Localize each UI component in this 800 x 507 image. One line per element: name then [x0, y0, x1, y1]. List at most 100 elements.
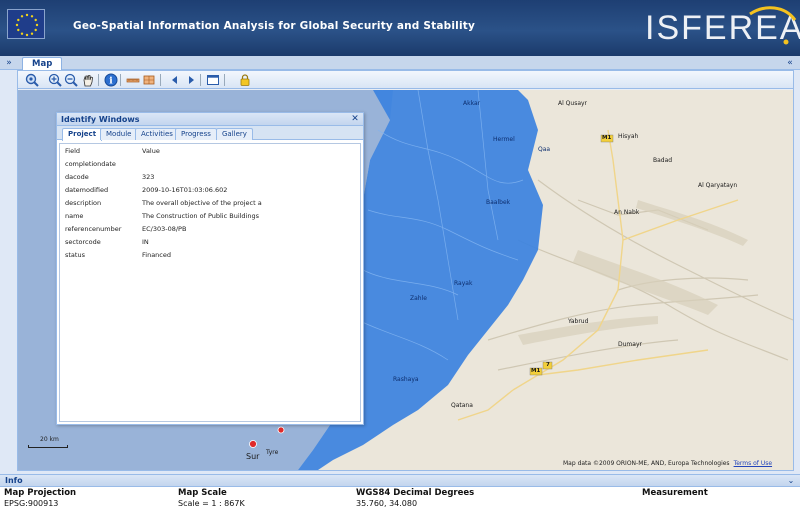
map-label-sur: Sur	[246, 452, 260, 461]
info-projection: Map Projection EPSG:900913	[4, 488, 76, 507]
table-row[interactable]: dacode 323	[60, 171, 360, 184]
road-badge: 7	[546, 362, 550, 368]
row-value: The overall objective of the project a	[142, 199, 262, 207]
row-field: datemodified	[65, 186, 109, 194]
eu-flag-logo	[7, 9, 45, 39]
tab-map[interactable]: Map	[22, 57, 63, 70]
zoom-in-icon[interactable]	[48, 73, 62, 87]
measure-area-icon[interactable]	[142, 73, 156, 87]
attribution-text: Map data ©2009 ORION-ME, AND, Europa Tec…	[563, 460, 730, 467]
row-value: 2009-10-16T01:03:06.602	[142, 186, 228, 194]
row-field: status	[65, 251, 85, 259]
map-label-akkar: Akkar	[463, 100, 481, 107]
collapse-west-icon[interactable]: »	[3, 57, 15, 69]
map-label-qaa: Qaa	[538, 146, 551, 153]
tab-progress[interactable]: Progress	[175, 128, 217, 140]
identify-window-header[interactable]: Identify Windows ✕	[57, 113, 363, 126]
toolbar-separator	[160, 74, 161, 86]
logo-swoosh-icon	[749, 6, 797, 45]
table-row[interactable]: sectorcode IN	[60, 236, 360, 249]
row-value: 323	[142, 173, 155, 181]
window-icon[interactable]	[206, 73, 220, 87]
info-coordinates: WGS84 Decimal Degrees 35.760, 34.080	[356, 488, 474, 507]
identify-grid-header: Field Value	[60, 144, 360, 158]
scale-bar: 20 km	[26, 436, 70, 456]
collapse-east-icon[interactable]: «	[784, 57, 796, 69]
row-field: name	[65, 212, 84, 220]
map-label-qatana: Qatana	[451, 402, 473, 409]
info-measurement: Measurement	[642, 488, 708, 507]
row-field: dacode	[65, 173, 89, 181]
tab-bar: » Map «	[0, 56, 800, 70]
map-label-tyre: Tyre	[266, 449, 279, 456]
toolbar-separator	[224, 74, 225, 86]
tab-module[interactable]: Module	[100, 128, 138, 140]
terms-of-use-link[interactable]: Terms of Use	[734, 460, 772, 467]
table-row[interactable]: referencenumber EC/303-08/PB	[60, 223, 360, 236]
scale-label: 20 km	[40, 436, 59, 443]
close-icon[interactable]: ✕	[350, 114, 360, 124]
identify-window[interactable]: Identify Windows ✕ Project Module Activi…	[56, 112, 364, 425]
map-label-al-qusayr: Al Qusayr	[558, 100, 588, 107]
row-field: referencenumber	[65, 225, 122, 233]
map-label-rayak: Rayak	[454, 280, 473, 287]
map-label-al-qaryatayn: Al Qaryatayn	[698, 182, 738, 189]
map-label-yabrud: Yabrud	[568, 318, 589, 325]
toolbar-separator	[120, 74, 121, 86]
tab-project[interactable]: Project	[62, 128, 103, 141]
scale-line	[28, 445, 68, 448]
info-measurement-header: Measurement	[642, 488, 708, 498]
identify-tab-strip: Project Module Activities Progress Galle…	[57, 126, 363, 141]
table-row[interactable]: status Financed	[60, 249, 360, 262]
toolbar-separator	[98, 74, 99, 86]
app-title: Geo-Spatial Information Analysis for Glo…	[73, 20, 476, 32]
info-projection-value: EPSG:900913	[4, 499, 59, 507]
row-value: The Construction of Public Buildings	[142, 212, 259, 220]
road-badge: M1	[531, 368, 541, 374]
map-label-hisyah: Hisyah	[618, 133, 639, 140]
next-extent-icon[interactable]	[184, 73, 198, 87]
identify-window-title: Identify Windows	[61, 115, 140, 124]
info-icon[interactable]: i	[104, 73, 118, 87]
map-label-an-nabk: An Nabk	[614, 209, 640, 216]
table-row[interactable]: datemodified 2009-10-16T01:03:06.602	[60, 184, 360, 197]
info-panel-header[interactable]: Info ⌄	[0, 475, 800, 487]
road-badge: M1	[602, 135, 612, 141]
table-row[interactable]: name The Construction of Public Building…	[60, 210, 360, 223]
row-field: description	[65, 199, 102, 207]
column-header-value: Value	[142, 147, 160, 155]
zoom-extent-icon[interactable]	[25, 73, 39, 87]
info-scale-header: Map Scale	[178, 488, 227, 498]
map-toolbar: i	[18, 71, 793, 89]
row-value: Financed	[142, 251, 171, 259]
pan-hand-icon[interactable]	[81, 73, 95, 87]
map-label-dumayr: Dumayr	[618, 341, 642, 348]
lock-icon[interactable]	[238, 73, 252, 87]
row-value: EC/303-08/PB	[142, 225, 187, 233]
info-panel: Info ⌄ Map Projection EPSG:900913 Map Sc…	[0, 474, 800, 507]
info-scale: Map Scale Scale = 1 : 867K	[178, 488, 245, 507]
map-label-hermel: Hermel	[493, 136, 515, 143]
row-value: IN	[142, 238, 149, 246]
info-panel-title: Info	[5, 476, 23, 485]
info-coordinates-value: 35.760, 34.080	[356, 499, 418, 507]
identify-grid: Field Value completiondate dacode 323 da…	[59, 143, 361, 422]
map-label-baalbek: Baalbek	[486, 199, 511, 206]
info-coordinates-header: WGS84 Decimal Degrees	[356, 488, 475, 498]
svg-text:i: i	[109, 77, 113, 87]
tab-gallery[interactable]: Gallery	[216, 128, 253, 140]
table-row[interactable]: completiondate	[60, 158, 360, 171]
toolbar-separator	[200, 74, 201, 86]
map-attribution: Map data ©2009 ORION-ME, AND, Europa Tec…	[563, 460, 772, 467]
info-scale-value: Scale = 1 : 867K	[178, 499, 245, 507]
zoom-out-icon[interactable]	[64, 73, 78, 87]
row-field: sectorcode	[65, 238, 101, 246]
map-label-zahle: Zahle	[410, 295, 427, 302]
info-projection-header: Map Projection	[4, 488, 77, 498]
collapse-down-icon[interactable]: ⌄	[786, 476, 796, 486]
tab-activities[interactable]: Activities	[135, 128, 179, 140]
map-label-badad: Badad	[653, 157, 673, 164]
measure-line-icon[interactable]	[126, 73, 140, 87]
previous-extent-icon[interactable]	[168, 73, 182, 87]
table-row[interactable]: description The overall objective of the…	[60, 197, 360, 210]
